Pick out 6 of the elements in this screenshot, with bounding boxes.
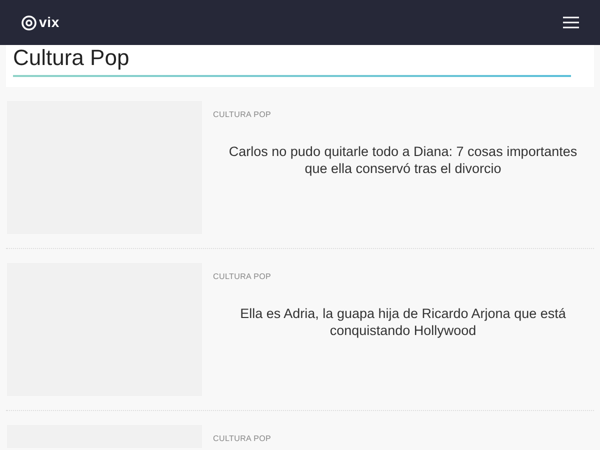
article-headline[interactable]: Ella es Adria, la guapa hija de Ricardo Arjona que está conquistando Hollywood bbox=[213, 305, 593, 339]
logo-text[interactable]: vix bbox=[39, 12, 60, 33]
article-headline[interactable]: Carlos no pudo quitarle todo a Diana: 7 cosas importantes que ella conservó tras el divorcio bbox=[213, 143, 593, 177]
menu-icon[interactable] bbox=[563, 16, 579, 29]
section-title: Cultura Pop bbox=[13, 45, 130, 72]
logo-icon bbox=[21, 14, 37, 30]
